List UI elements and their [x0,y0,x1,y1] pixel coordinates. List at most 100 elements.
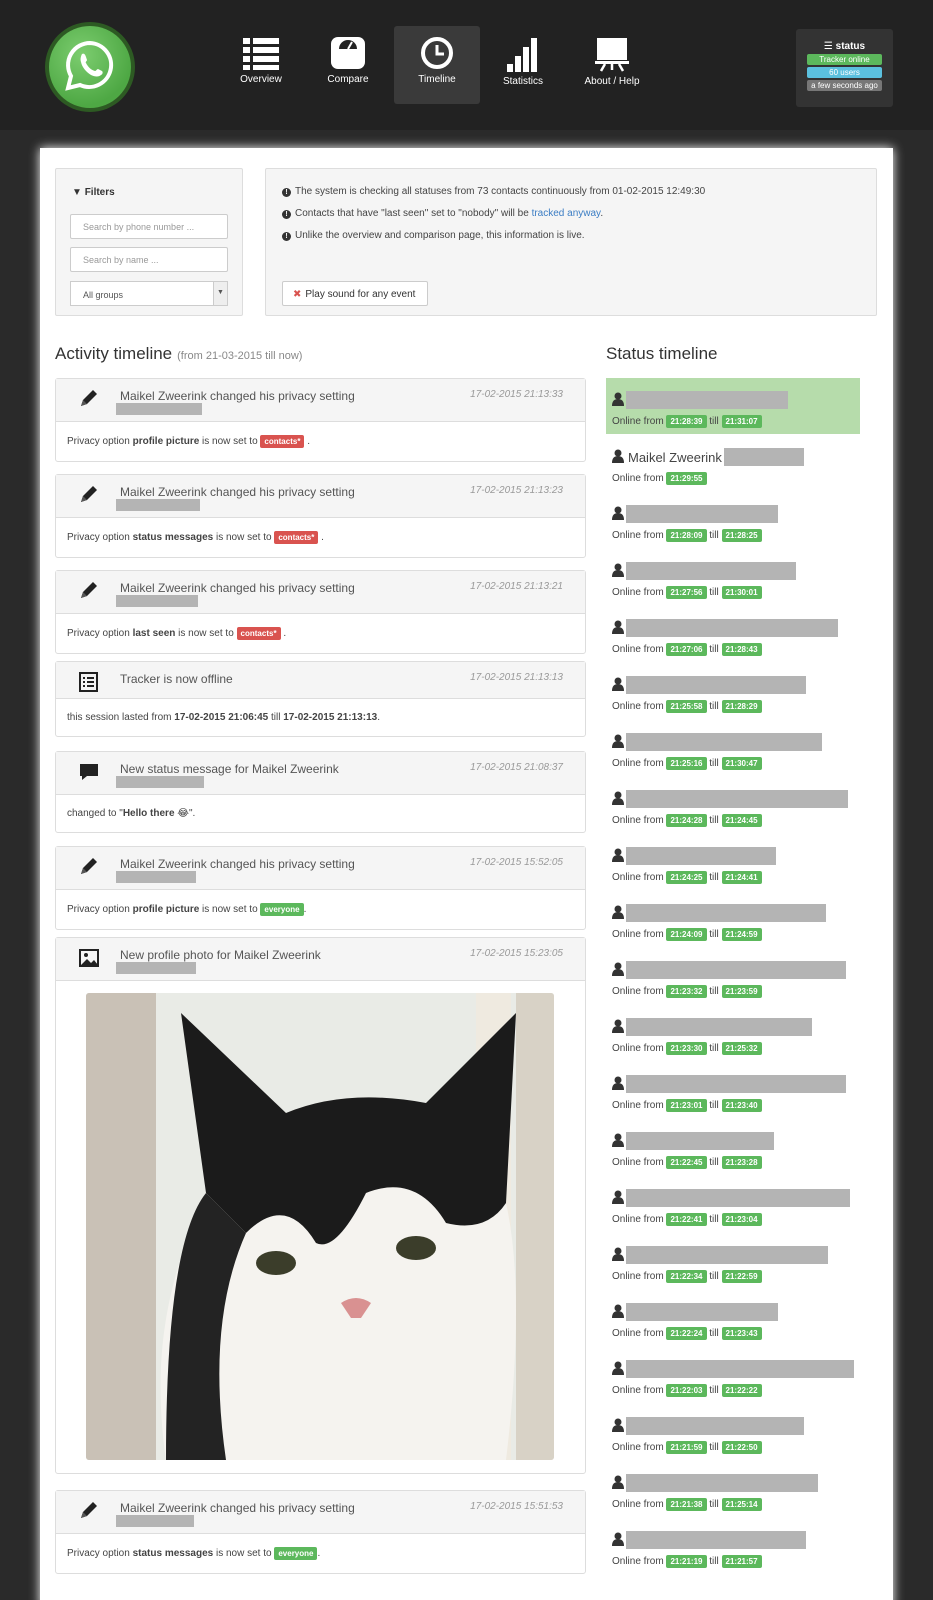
online-from-time: 21:28:09 [666,529,707,542]
nav-timeline[interactable]: Timeline [394,26,480,104]
status-item[interactable]: Online from 21:27:56 till 21:30:01 [606,549,860,605]
status-item[interactable]: Online from 21:21:19 till 21:21:57 [606,1518,860,1574]
event-text: Privacy option [67,904,133,915]
redacted-contact [626,961,846,979]
status-item[interactable]: Maikel Zweerink Online from 21:29:55 [606,435,860,491]
nav-compare-label: Compare [327,74,369,85]
status-item[interactable]: Online from 21:24:25 till 21:24:41 [606,834,860,890]
play-sound-label: Play sound for any event [305,289,416,300]
till-label: till [709,986,719,997]
nav-statistics[interactable]: Statistics [480,26,566,104]
event-text: ". [188,808,196,819]
redacted-phone [116,499,200,511]
tracked-anyway-link[interactable]: tracked anyway [532,208,601,219]
pencil-icon [78,485,100,510]
online-range: Online from 21:27:06 till 21:28:43 [612,643,762,656]
online-from-time: 21:21:38 [666,1498,707,1511]
redacted-contact [626,790,848,808]
nav-about-help[interactable]: About / Help [568,26,656,104]
last-update-badge: a few seconds ago [807,80,882,91]
status-item[interactable]: Online from 21:21:59 till 21:22:50 [606,1404,860,1460]
picture-icon [78,948,100,973]
event-timestamp: 17-02-2015 21:13:33 [470,389,563,400]
event-header: Maikel Zweerink changed his privacy sett… [56,475,585,518]
status-item[interactable]: Online from 21:21:38 till 21:25:14 [606,1461,860,1517]
event-text: is now set to [213,532,275,543]
event-body: changed to "Hello there 😂". [56,795,585,832]
online-from-label: Online from [612,1499,664,1510]
redacted-contact [626,1132,774,1150]
redacted-contact [626,1303,778,1321]
presentation-icon [595,38,629,72]
phone-search-input[interactable]: Search by phone number ... [70,214,228,239]
comment-icon [78,762,100,787]
status-item[interactable]: Online from 21:23:01 till 21:23:40 [606,1062,860,1118]
event-body: Privacy option status messages is now se… [56,1534,585,1573]
status-item[interactable]: Online from 21:22:03 till 21:22:22 [606,1347,860,1403]
event-title: Maikel Zweerink changed his privacy sett… [120,1501,355,1515]
online-range: Online from 21:22:24 till 21:23:43 [612,1327,762,1340]
user-icon [612,791,624,808]
pencil-icon [78,1501,100,1526]
online-till-time: 21:30:01 [721,586,762,599]
nav-compare[interactable]: Compare [305,26,391,104]
online-from-label: Online from [612,1214,664,1225]
tracker-status-badge: Tracker online [807,54,882,65]
group-select[interactable]: All groups ▼ [70,281,228,306]
event-text: Privacy option [67,1548,133,1559]
status-item[interactable]: Online from 21:28:39 till 21:31:07 [606,378,860,434]
till-label: till [709,416,719,427]
activity-timeline-heading: Activity timeline (from 21-03-2015 till n… [55,344,302,364]
info-icon: ! [282,232,291,241]
group-select-value: All groups [83,290,124,300]
name-search-input[interactable]: Search by name ... [70,247,228,272]
user-icon [612,848,624,865]
play-sound-button[interactable]: ✖ Play sound for any event [282,281,428,306]
status-item[interactable]: Online from 21:23:30 till 21:25:32 [606,1005,860,1061]
privacy-value-badge: contacts* [274,531,319,544]
status-item[interactable]: Online from 21:23:32 till 21:23:59 [606,948,860,1004]
online-range: Online from 21:27:56 till 21:30:01 [612,586,762,599]
event-timestamp: 17-02-2015 21:08:37 [470,762,563,773]
status-item[interactable]: Online from 21:22:24 till 21:23:43 [606,1290,860,1346]
event-text: Privacy option [67,628,133,639]
till-label: till [709,1100,719,1111]
status-item[interactable]: Online from 21:22:41 till 21:23:04 [606,1176,860,1232]
list-alt-icon [78,672,100,697]
status-item[interactable]: Online from 21:28:09 till 21:28:25 [606,492,860,548]
activity-range: (from 21-03-2015 till now) [177,350,303,362]
online-range: Online from 21:23:01 till 21:23:40 [612,1099,762,1112]
whatsapp-logo-icon[interactable] [45,22,135,112]
till-label: till [709,1385,719,1396]
online-from-time: 21:22:24 [666,1327,707,1340]
status-item[interactable]: Online from 21:22:45 till 21:23:28 [606,1119,860,1175]
event-timestamp: 17-02-2015 15:23:05 [470,948,563,959]
status-item[interactable]: Online from 21:22:34 till 21:22:59 [606,1233,860,1289]
till-label: till [709,701,719,712]
online-range: Online from 21:28:39 till 21:31:07 [612,415,762,428]
till-label: till [709,758,719,769]
event-bold-value: status messages [132,1548,214,1559]
online-from-time: 21:27:56 [666,586,707,599]
status-item[interactable]: Online from 21:24:09 till 21:24:59 [606,891,860,947]
status-item[interactable]: Online from 21:25:16 till 21:30:47 [606,720,860,776]
info-line-1: ! The system is checking all statuses fro… [282,186,705,197]
online-from-time: 21:21:59 [666,1441,707,1454]
nav-overview[interactable]: Overview [218,26,304,104]
user-icon [612,1475,624,1492]
status-item[interactable]: Online from 21:27:06 till 21:28:43 [606,606,860,662]
nav-about-help-label: About / Help [584,76,640,87]
event-bold-value: status messages [132,532,214,543]
nav-overview-label: Overview [240,74,282,85]
event-text: is now set to [175,628,237,639]
user-icon [612,1076,624,1093]
info-panel: ! The system is checking all statuses fro… [265,168,877,316]
online-range: Online from 21:24:28 till 21:24:45 [612,814,762,827]
redacted-phone [116,776,204,788]
status-item[interactable]: Online from 21:24:28 till 21:24:45 [606,777,860,833]
info-line-2-end: . [600,208,604,219]
online-from-time: 21:25:16 [666,757,707,770]
till-label: till [709,1043,719,1054]
till-label: till [709,815,719,826]
status-item[interactable]: Online from 21:25:58 till 21:28:29 [606,663,860,719]
